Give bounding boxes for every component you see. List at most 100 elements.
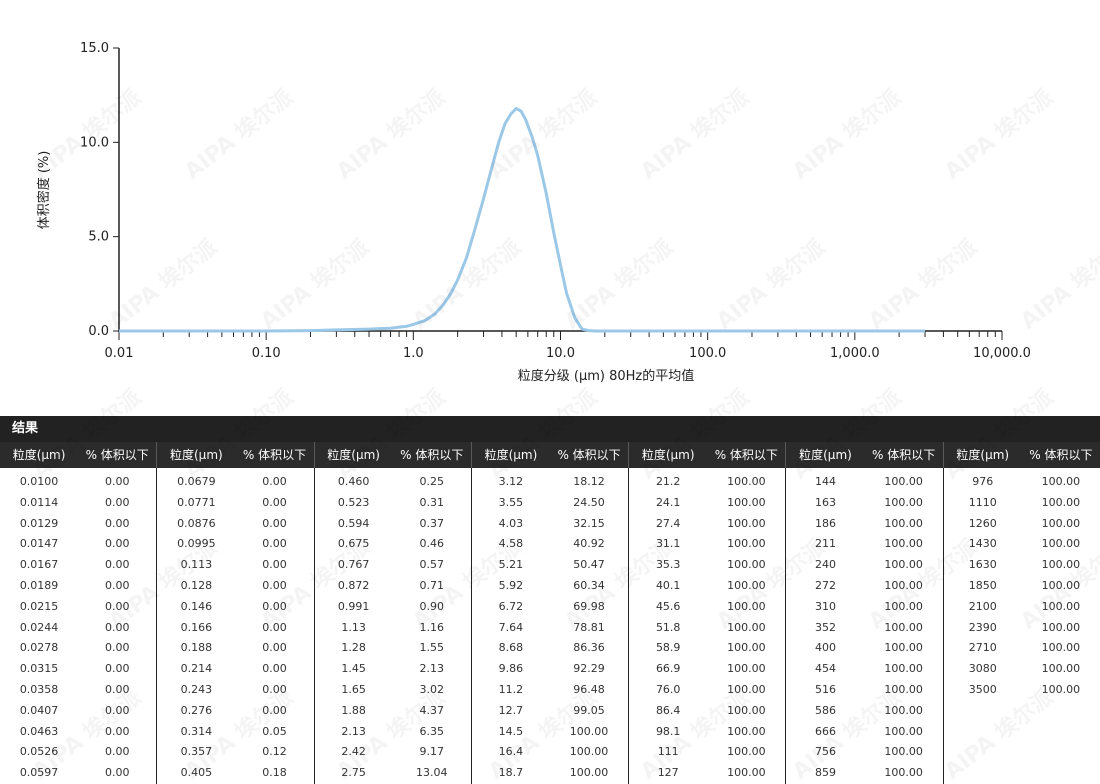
table-row: 163 100.00 — [786, 493, 942, 514]
size-cell: 16.4 — [498, 745, 524, 759]
size-cell: 0.0100 — [19, 475, 59, 488]
size-cell: 5.92 — [498, 578, 524, 592]
table-row: 0.0100 0.00 — [0, 472, 156, 493]
size-cell: 11.2 — [498, 682, 524, 696]
table-row: 40.1 100.00 — [629, 576, 785, 597]
size-cell: 2710 — [968, 641, 997, 655]
size-cell: 1.65 — [341, 682, 366, 696]
percent-cell: 100.00 — [727, 766, 766, 780]
table-row: 3.55 24.50 — [472, 493, 628, 514]
table-row: 0.0114 0.00 — [0, 493, 156, 514]
table-row: 1.45 2.13 — [315, 659, 471, 680]
table-row: 12.7 99.05 — [472, 701, 628, 722]
size-cell: 2100 — [968, 599, 997, 613]
size-cell: 0.0244 — [19, 620, 59, 634]
header-group: 粒度(µm) % 体积以下 — [315, 442, 472, 468]
table-row: 0.128 0.00 — [157, 576, 313, 597]
table-header: 粒度(µm)% 体积以下 粒度(µm)% 体积以下 粒度(µm)% 体积以下 粒度(µ… — [0, 442, 1100, 468]
size-cell: 58.9 — [655, 641, 681, 655]
table-row: 0.166 0.00 — [157, 618, 313, 639]
column-header-percent: % 体积以下 — [872, 448, 936, 462]
table-row: 3.12 18.12 — [472, 472, 628, 493]
size-cell: 1.28 — [341, 641, 366, 655]
size-cell: 976 — [972, 475, 994, 488]
percent-cell: 0.00 — [262, 703, 287, 717]
table-row: 0.0358 0.00 — [0, 680, 156, 701]
table-row: 1630 100.00 — [944, 555, 1100, 576]
size-cell: 0.523 — [337, 495, 370, 509]
table-row: 0.0679 0.00 — [157, 472, 313, 493]
y-tick-label: 15.0 — [80, 41, 109, 56]
column-header-size: 粒度(µm) — [641, 448, 695, 462]
table-row: 0.0215 0.00 — [0, 597, 156, 618]
column-header-size: 粒度(µm) — [484, 448, 538, 462]
percent-cell: 18.12 — [573, 475, 605, 488]
percent-cell: 0.00 — [104, 537, 130, 551]
size-cell: 12.7 — [498, 703, 524, 717]
size-cell: 1.45 — [341, 662, 366, 676]
percent-cell: 0.00 — [262, 495, 287, 509]
table-row: 58.9 100.00 — [629, 638, 785, 659]
table-row: 0.0597 0.00 — [0, 763, 156, 784]
percent-cell: 100.00 — [569, 724, 609, 738]
size-cell: 0.0129 — [19, 516, 59, 530]
table-row: 0.594 0.37 — [315, 514, 471, 535]
table-row: 1850 100.00 — [944, 576, 1100, 597]
size-cell: 4.58 — [498, 537, 524, 551]
table-row: 35.3 100.00 — [629, 555, 785, 576]
percent-cell: 100.00 — [884, 662, 923, 676]
percent-cell: 100.00 — [884, 495, 923, 509]
size-cell: 0.276 — [180, 703, 213, 717]
percent-cell: 0.37 — [419, 516, 445, 530]
percent-cell: 4.37 — [419, 703, 445, 717]
table-row: 2.42 9.17 — [315, 742, 471, 763]
column-header-size: 粒度(µm) — [799, 448, 852, 462]
column-group: 3.12 18.12 3.55 24.50 4.03 32.15 4.58 40.92 5.21… — [472, 468, 630, 784]
column-group: 21.2 100.00 24.1 100.00 27.4 100.00 31.1 100.00… — [629, 468, 787, 784]
table-row: 272 100.00 — [786, 576, 942, 597]
percent-cell: 100.00 — [884, 703, 923, 717]
size-cell: 0.166 — [180, 620, 213, 634]
percent-cell: 100.00 — [569, 766, 609, 780]
percent-cell: 100.00 — [727, 537, 766, 551]
percent-cell: 100.00 — [727, 599, 766, 613]
size-cell: 186 — [814, 516, 836, 530]
column-header-percent: % 体积以下 — [557, 448, 621, 462]
table-row: 4.03 32.15 — [472, 514, 628, 535]
table-row: 0.146 0.00 — [157, 597, 313, 618]
table-row: 0.991 0.90 — [315, 597, 471, 618]
table-row: 27.4 100.00 — [629, 514, 785, 535]
table-row: 0.0526 0.00 — [0, 742, 156, 763]
percent-cell: 0.00 — [262, 558, 287, 572]
size-cell: 9.86 — [498, 662, 524, 676]
size-cell: 27.4 — [655, 516, 681, 530]
column-group: 976 100.00 1110 100.00 1260 100.00 1430 100.00 1… — [944, 468, 1100, 784]
table-row: 0.0315 0.00 — [0, 659, 156, 680]
table-row: 2.13 6.35 — [315, 722, 471, 743]
percent-cell: 100.00 — [884, 599, 923, 613]
percent-cell: 60.34 — [573, 578, 605, 592]
size-cell: 0.675 — [337, 537, 370, 551]
percent-cell: 100.00 — [1041, 495, 1081, 509]
percent-cell: 0.00 — [262, 599, 287, 613]
column-header-percent: % 体积以下 — [85, 448, 149, 462]
percent-cell: 1.16 — [419, 620, 445, 634]
percent-cell: 99.05 — [573, 703, 605, 717]
size-cell: 240 — [814, 558, 836, 572]
column-group: 144 100.00 163 100.00 186 100.00 211 100.00 240 1… — [786, 468, 944, 784]
size-cell: 5.21 — [498, 558, 524, 572]
table-row: 2710 100.00 — [944, 638, 1100, 659]
table-row: 1110 100.00 — [944, 493, 1100, 514]
percent-cell: 100.00 — [727, 516, 766, 530]
table-row: 8.68 86.36 — [472, 638, 628, 659]
size-cell: 6.72 — [498, 599, 524, 613]
table-row: 976 100.00 — [944, 472, 1100, 493]
x-tick-label: 100.0 — [689, 346, 726, 361]
column-header-percent: % 体积以下 — [242, 448, 307, 462]
table-row: 18.7 100.00 — [472, 763, 628, 784]
size-cell: 666 — [814, 724, 836, 738]
column-header-size: 粒度(µm) — [12, 448, 66, 462]
table-row: 0.0771 0.00 — [157, 493, 313, 514]
results-title: 结果 — [0, 416, 1100, 442]
percent-cell: 0.46 — [419, 537, 445, 551]
